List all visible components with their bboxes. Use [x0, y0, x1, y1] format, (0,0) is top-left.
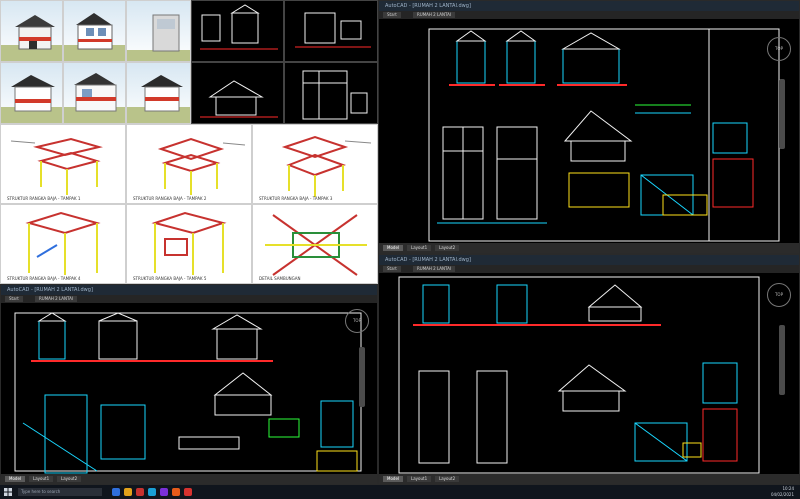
- taskbar-app-icon[interactable]: [172, 488, 180, 496]
- structure-thumb-4[interactable]: STRUKTUR RANGKA BAJA - TAMPAK 4: [0, 204, 126, 284]
- status-bar: Model Layout1 Layout2: [379, 243, 799, 253]
- document-tabs: Start RUMAH 2 LANTAI: [379, 265, 799, 273]
- render-thumb-2[interactable]: [63, 0, 126, 62]
- start-icon[interactable]: [4, 488, 12, 496]
- render-thumb-4[interactable]: [0, 62, 63, 124]
- structure-thumb-1[interactable]: STRUKTUR RANGKA BAJA - TAMPAK 1: [0, 124, 126, 204]
- thumb-caption: STRUKTUR RANGKA BAJA - TAMPAK 2: [133, 196, 207, 201]
- layout-tab-1[interactable]: Layout1: [407, 245, 432, 251]
- tab-start[interactable]: Start: [383, 266, 401, 272]
- structure-thumb-3[interactable]: STRUKTUR RANGKA BAJA - TAMPAK 3: [252, 124, 378, 204]
- navigation-bar[interactable]: [779, 79, 785, 149]
- cad-thumb-2[interactable]: [284, 0, 378, 62]
- model-tab[interactable]: Model: [383, 476, 404, 482]
- tab-start[interactable]: Start: [5, 296, 23, 302]
- house-icon: [152, 14, 180, 52]
- blueprint-icon: [302, 70, 368, 120]
- viewcube-icon[interactable]: TOP: [767, 37, 791, 61]
- navigation-bar[interactable]: [359, 347, 365, 407]
- layout-tab-2[interactable]: Layout2: [435, 476, 460, 482]
- window-title: AutoCAD - [RUMAH 2 LANTAI.dwg]: [1, 285, 377, 295]
- document-tabs: Start RUMAH 2 LANTAI: [379, 11, 799, 19]
- clock-date: 04/02/2021: [770, 492, 794, 497]
- blueprint-icon: [200, 80, 278, 118]
- house-icon: [141, 75, 183, 112]
- taskbar-clock[interactable]: 10:24 04/02/2021: [771, 486, 794, 498]
- autocad-window-top-right[interactable]: AutoCAD - [RUMAH 2 LANTAI.dwg] Start RUM…: [378, 0, 800, 254]
- drawing-canvas[interactable]: TOP: [379, 273, 799, 474]
- cad-drawing: [398, 276, 760, 474]
- taskbar-app-icon[interactable]: [136, 488, 144, 496]
- window-title: AutoCAD - [RUMAH 2 LANTAI.dwg]: [379, 1, 799, 11]
- thumb-caption: STRUKTUR RANGKA BAJA - TAMPAK 1: [7, 196, 81, 201]
- elevation-views: [449, 30, 627, 86]
- thumb-caption: STRUKTUR RANGKA BAJA - TAMPAK 5: [133, 276, 207, 281]
- detail-grid-icon: [265, 214, 367, 276]
- taskbar-app-icon[interactable]: [160, 488, 168, 496]
- floor-plans: [437, 126, 547, 224]
- structure-thumb-2[interactable]: STRUKTUR RANGKA BAJA - TAMPAK 2: [126, 124, 252, 204]
- cad-drawing: [428, 28, 780, 242]
- drawing-canvas[interactable]: TOP: [379, 19, 799, 243]
- render-thumb-1[interactable]: [0, 0, 63, 62]
- thumb-caption: STRUKTUR RANGKA BAJA - TAMPAK 4: [7, 276, 81, 281]
- status-bar: Model Layout1 Layout2: [1, 474, 377, 484]
- autocad-window-bottom-left[interactable]: AutoCAD - [RUMAH 2 LANTAI.dwg] Start RUM…: [0, 284, 378, 485]
- windows-taskbar: Type here to search 10:24 04/02/2021: [0, 485, 800, 499]
- steel-frame-icon: [151, 211, 227, 275]
- taskbar-app-icon[interactable]: [148, 488, 156, 496]
- structure-thumb-6[interactable]: DETAIL SAMBUNGAN: [252, 204, 378, 284]
- house-icon: [15, 15, 55, 50]
- tab-drawing[interactable]: RUMAH 2 LANTAI: [35, 296, 78, 302]
- document-tabs: Start RUMAH 2 LANTAI: [1, 295, 377, 303]
- render-thumb-5[interactable]: [63, 62, 126, 124]
- thumb-caption: STRUKTUR RANGKA BAJA - TAMPAK 3: [259, 196, 333, 201]
- steel-frame-icon: [281, 135, 372, 197]
- status-bar: Model Layout1 Layout2: [379, 474, 799, 484]
- autocad-window-bottom-right[interactable]: AutoCAD - [RUMAH 2 LANTAI.dwg] Start RUM…: [378, 254, 800, 485]
- viewcube-icon[interactable]: TOP: [345, 309, 369, 333]
- cad-thumb-4[interactable]: [284, 62, 378, 124]
- house-icon: [11, 75, 55, 112]
- drawing-canvas[interactable]: TOP: [1, 303, 377, 474]
- taskbar-search[interactable]: Type here to search: [18, 488, 102, 496]
- section-and-details: [563, 104, 694, 216]
- taskbar-app-icon[interactable]: [112, 488, 120, 496]
- steel-frame-icon: [157, 137, 246, 195]
- blueprint-icon: [200, 4, 278, 50]
- taskbar-app-icon[interactable]: [124, 488, 132, 496]
- steel-frame-icon: [25, 211, 101, 275]
- structure-thumb-5[interactable]: STRUKTUR RANGKA BAJA - TAMPAK 5: [126, 204, 252, 284]
- taskbar-app-icon[interactable]: [184, 488, 192, 496]
- render-thumb-3[interactable]: [126, 0, 191, 62]
- navigation-bar[interactable]: [779, 325, 785, 395]
- steel-frame-icon: [10, 137, 103, 195]
- model-tab[interactable]: Model: [5, 476, 26, 482]
- house-icon: [74, 73, 117, 112]
- cad-thumb-3[interactable]: [191, 62, 284, 124]
- layout-tab-2[interactable]: Layout2: [435, 245, 460, 251]
- layout-tab-2[interactable]: Layout2: [57, 476, 82, 482]
- blueprint-icon: [295, 12, 371, 48]
- layout-tab-1[interactable]: Layout1: [407, 476, 432, 482]
- layout-tab-1[interactable]: Layout1: [29, 476, 54, 482]
- window-title: AutoCAD - [RUMAH 2 LANTAI.dwg]: [379, 255, 799, 265]
- tab-start[interactable]: Start: [383, 12, 401, 18]
- tab-drawing[interactable]: RUMAH 2 LANTAI: [413, 12, 456, 18]
- tab-drawing[interactable]: RUMAH 2 LANTAI: [413, 266, 456, 272]
- house-icon: [76, 13, 113, 50]
- render-thumb-6[interactable]: [126, 62, 191, 124]
- viewcube-icon[interactable]: TOP: [767, 283, 791, 307]
- gallery-panel: STRUKTUR RANGKA BAJA - TAMPAK 1 STRUKTUR…: [0, 0, 378, 284]
- model-tab[interactable]: Model: [383, 245, 404, 251]
- cad-drawing: [14, 312, 362, 474]
- title-block: [662, 29, 754, 241]
- thumb-caption: DETAIL SAMBUNGAN: [259, 276, 301, 281]
- cad-thumb-1[interactable]: [191, 0, 284, 62]
